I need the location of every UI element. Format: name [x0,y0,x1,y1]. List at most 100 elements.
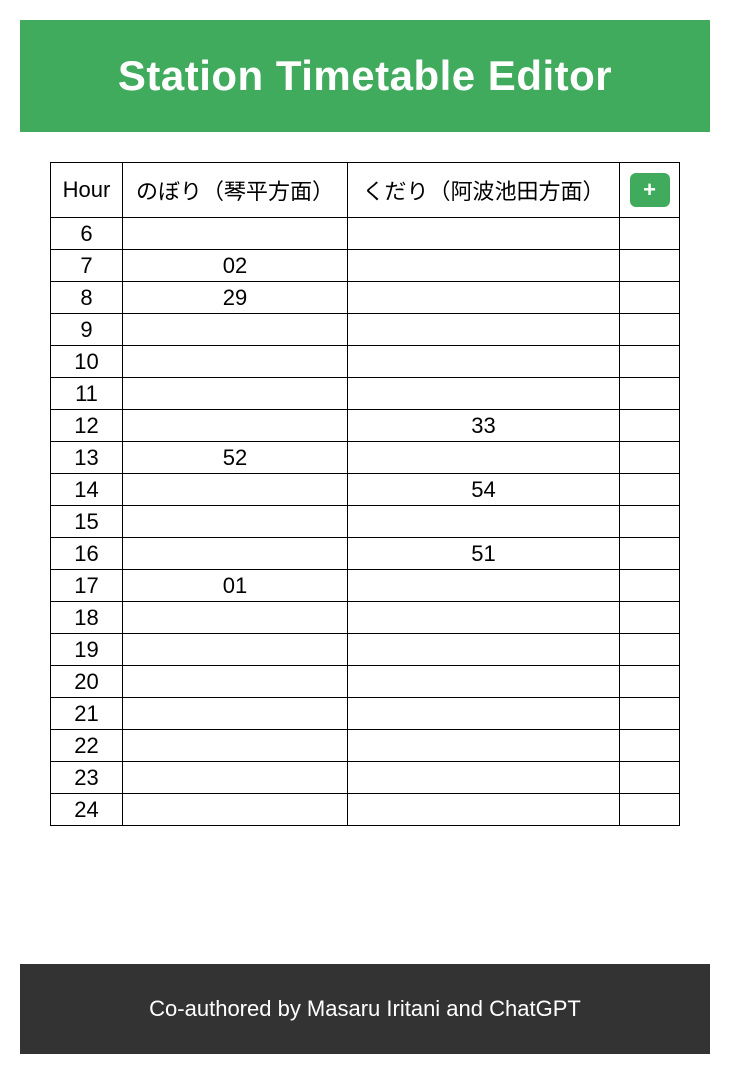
direction-up-cell[interactable] [123,474,348,506]
table-row: 10 [51,346,680,378]
direction-up-cell[interactable] [123,634,348,666]
direction-down-cell[interactable] [348,698,620,730]
extra-cell [620,570,680,602]
footer-text: Co-authored by Masaru Iritani and ChatGP… [149,996,581,1021]
direction-up-cell[interactable] [123,314,348,346]
table-row: 18 [51,602,680,634]
extra-cell [620,794,680,826]
timetable: Hour のぼり（琴平方面） くだり（阿波池田方面） + 67028299101… [50,162,680,826]
direction-down-cell[interactable] [348,218,620,250]
table-row: 1651 [51,538,680,570]
hour-cell: 6 [51,218,123,250]
direction-down-cell[interactable] [348,794,620,826]
table-row: 20 [51,666,680,698]
direction-down-cell[interactable] [348,250,620,282]
direction-down-cell[interactable] [348,634,620,666]
direction-down-cell[interactable] [348,282,620,314]
table-row: 1352 [51,442,680,474]
table-row: 1233 [51,410,680,442]
extra-cell [620,442,680,474]
direction-down-cell[interactable]: 51 [348,538,620,570]
table-row: 22 [51,730,680,762]
direction-down-cell[interactable] [348,602,620,634]
direction-down-cell[interactable] [348,762,620,794]
hour-cell: 15 [51,506,123,538]
hour-cell: 23 [51,762,123,794]
page-title: Station Timetable Editor [40,52,690,100]
main-content: Hour のぼり（琴平方面） くだり（阿波池田方面） + 67028299101… [0,152,730,944]
table-row: 702 [51,250,680,282]
hour-cell: 14 [51,474,123,506]
extra-cell [620,218,680,250]
column-header-direction-up: のぼり（琴平方面） [123,163,348,218]
table-row: 1701 [51,570,680,602]
hour-cell: 8 [51,282,123,314]
direction-down-cell[interactable] [348,314,620,346]
app-footer: Co-authored by Masaru Iritani and ChatGP… [20,964,710,1054]
hour-cell: 10 [51,346,123,378]
direction-down-cell[interactable] [348,570,620,602]
app-header: Station Timetable Editor [20,20,710,132]
hour-cell: 11 [51,378,123,410]
direction-up-cell[interactable] [123,602,348,634]
extra-cell [620,602,680,634]
direction-up-cell[interactable] [123,698,348,730]
extra-cell [620,282,680,314]
direction-up-cell[interactable]: 02 [123,250,348,282]
extra-cell [620,346,680,378]
column-header-add: + [620,163,680,218]
hour-cell: 21 [51,698,123,730]
direction-down-cell[interactable]: 33 [348,410,620,442]
direction-up-cell[interactable] [123,410,348,442]
direction-down-cell[interactable] [348,378,620,410]
table-row: 829 [51,282,680,314]
extra-cell [620,762,680,794]
table-row: 15 [51,506,680,538]
direction-down-cell[interactable] [348,506,620,538]
direction-down-cell[interactable] [348,442,620,474]
column-header-direction-down: くだり（阿波池田方面） [348,163,620,218]
hour-cell: 13 [51,442,123,474]
hour-cell: 22 [51,730,123,762]
direction-up-cell[interactable]: 29 [123,282,348,314]
extra-cell [620,698,680,730]
extra-cell [620,730,680,762]
hour-cell: 18 [51,602,123,634]
extra-cell [620,474,680,506]
direction-up-cell[interactable]: 01 [123,570,348,602]
add-direction-button[interactable]: + [630,173,670,207]
table-row: 6 [51,218,680,250]
hour-cell: 16 [51,538,123,570]
hour-cell: 17 [51,570,123,602]
direction-down-cell[interactable] [348,666,620,698]
direction-up-cell[interactable] [123,666,348,698]
extra-cell [620,250,680,282]
direction-up-cell[interactable]: 52 [123,442,348,474]
direction-up-cell[interactable] [123,730,348,762]
direction-up-cell[interactable] [123,538,348,570]
extra-cell [620,410,680,442]
extra-cell [620,666,680,698]
direction-up-cell[interactable] [123,346,348,378]
direction-down-cell[interactable] [348,730,620,762]
direction-up-cell[interactable] [123,762,348,794]
table-row: 21 [51,698,680,730]
hour-cell: 9 [51,314,123,346]
hour-cell: 19 [51,634,123,666]
table-row: 23 [51,762,680,794]
timetable-header-row: Hour のぼり（琴平方面） くだり（阿波池田方面） + [51,163,680,218]
extra-cell [620,634,680,666]
direction-up-cell[interactable] [123,378,348,410]
table-row: 24 [51,794,680,826]
direction-down-cell[interactable] [348,346,620,378]
hour-cell: 20 [51,666,123,698]
direction-up-cell[interactable] [123,506,348,538]
hour-cell: 24 [51,794,123,826]
direction-down-cell[interactable]: 54 [348,474,620,506]
table-row: 9 [51,314,680,346]
column-header-hour: Hour [51,163,123,218]
extra-cell [620,314,680,346]
direction-up-cell[interactable] [123,794,348,826]
direction-up-cell[interactable] [123,218,348,250]
extra-cell [620,538,680,570]
